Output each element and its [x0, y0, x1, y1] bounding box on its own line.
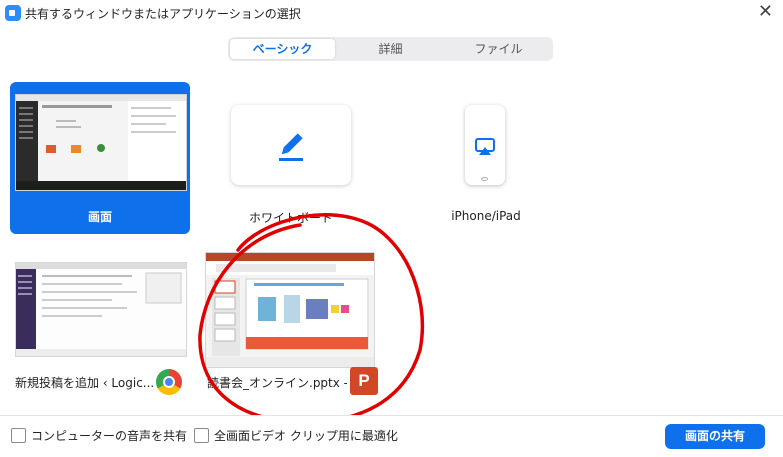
window-title: 共有するウィンドウまたはアプリケーションの選択: [25, 7, 301, 21]
zoom-app-icon: [5, 5, 21, 21]
optimize-video-label: 全画面ビデオ クリップ用に最適化: [214, 429, 398, 443]
source-iphone-label: iPhone/iPad: [451, 209, 521, 223]
share-screen-button[interactable]: 画面の共有: [665, 424, 765, 449]
share-audio-label: コンピューターの音声を共有: [31, 429, 188, 443]
tab-advanced[interactable]: 詳細: [338, 39, 443, 59]
desktop-screen-thumbnail: [15, 94, 187, 191]
optimize-video-checkbox[interactable]: [194, 428, 209, 443]
source-whiteboard[interactable]: [231, 105, 351, 185]
airplay-icon: [475, 138, 495, 155]
window-chrome-thumbnail[interactable]: [15, 262, 187, 357]
tab-bar: ベーシック 詳細 ファイル: [228, 37, 553, 61]
footer-bar: コンピューターの音声を共有 全画面ビデオ クリップ用に最適化 画面の共有: [0, 415, 783, 457]
window-powerpoint-label: 読書会_オンライン.pptx - ...: [207, 376, 347, 390]
window-powerpoint-thumbnail[interactable]: [205, 252, 375, 368]
title-bar: 共有するウィンドウまたはアプリケーションの選択 ✕: [0, 0, 783, 26]
phone-home-button: [481, 177, 488, 181]
source-screen-label: 画面: [87, 210, 112, 224]
source-iphone-ipad[interactable]: [465, 105, 505, 185]
share-audio-checkbox[interactable]: [11, 428, 26, 443]
close-icon[interactable]: ✕: [758, 2, 773, 22]
source-whiteboard-label: ホワイトボード: [248, 211, 333, 225]
pencil-icon: [279, 133, 303, 161]
tab-basic[interactable]: ベーシック: [230, 39, 335, 59]
source-screen[interactable]: 画面: [10, 82, 190, 234]
powerpoint-icon: P: [350, 367, 378, 395]
chrome-icon: [156, 369, 182, 395]
window-chrome-label: 新規投稿を追加 ‹ Logic...: [15, 376, 155, 390]
tab-files[interactable]: ファイル: [446, 39, 551, 59]
